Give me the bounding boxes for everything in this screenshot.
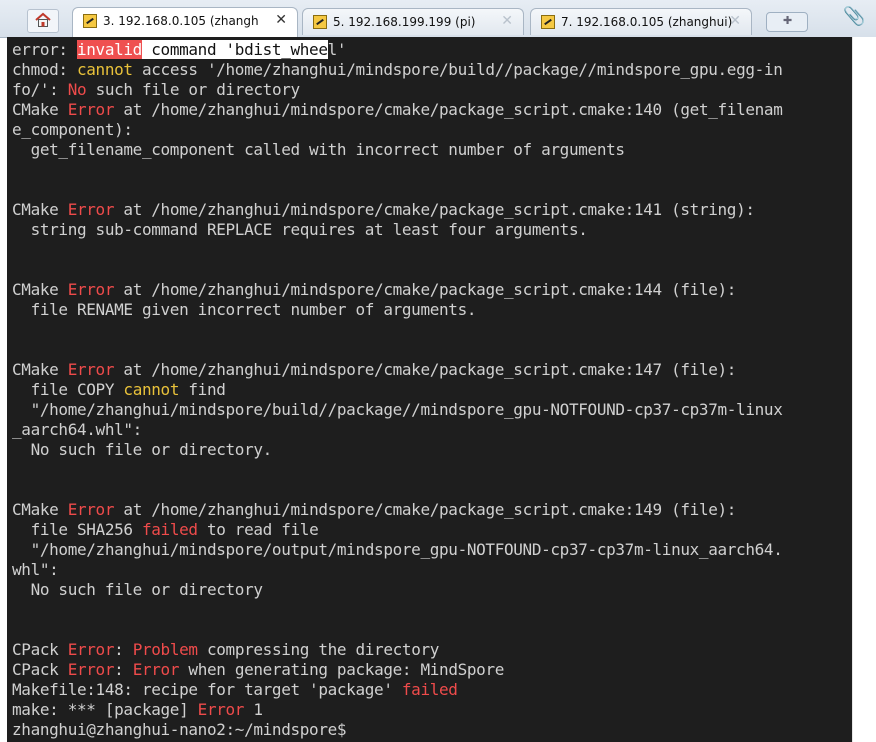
terminal-line: CMake Error at /home/zhanghui/mindspore/… — [12, 500, 737, 519]
plus-icon: ✚ — [783, 14, 793, 27]
tab-label: 5. 192.168.199.199 (pi) — [333, 15, 476, 29]
tab-bar: 3. 192.168.0.105 (zhanghui ✕ 5. 192.168.… — [0, 0, 876, 38]
terminal-line: make: *** [package] Error 1 — [12, 700, 263, 719]
tab-session-5[interactable]: 5. 192.168.199.199 (pi) ✕ — [302, 8, 524, 35]
terminal-line: No such file or directory. — [12, 440, 273, 459]
terminal-line: fo/': No such file or directory — [12, 80, 300, 99]
tab-label: 7. 192.168.0.105 (zhanghui) — [561, 15, 733, 29]
terminal-line: CPack Error: Problem compressing the dir… — [12, 640, 440, 659]
terminal-line: string sub-command REPLACE requires at l… — [12, 220, 588, 239]
terminal-line: file SHA256 failed to read file — [12, 520, 319, 539]
attachment-icon[interactable]: 📎 — [843, 6, 865, 27]
home-icon — [35, 12, 51, 27]
terminal-line: e_component): — [12, 120, 133, 139]
session-key-icon — [541, 15, 555, 29]
session-key-icon — [313, 15, 327, 29]
scrollbar[interactable] — [852, 37, 876, 742]
tab-label: 3. 192.168.0.105 (zhanghui — [103, 14, 259, 28]
terminal-line: error: invalid command 'bdist_wheel' — [12, 40, 347, 59]
close-icon[interactable]: ✕ — [501, 13, 513, 29]
close-icon[interactable]: ✕ — [275, 12, 287, 28]
terminal-line: CMake Error at /home/zhanghui/mindspore/… — [12, 280, 737, 299]
terminal-line: whl": — [12, 560, 59, 579]
terminal-line: CMake Error at /home/zhanghui/mindspore/… — [12, 100, 783, 119]
terminal-line: chmod: cannot access '/home/zhanghui/min… — [12, 60, 783, 79]
terminal-line: file RENAME given incorrect number of ar… — [12, 300, 477, 319]
new-tab-button[interactable]: ✚ — [766, 12, 808, 32]
terminal-output[interactable]: error: invalid command 'bdist_wheel' chm… — [7, 37, 852, 742]
terminal-line: get_filename_component called with incor… — [12, 140, 625, 159]
terminal-line: CMake Error at /home/zhanghui/mindspore/… — [12, 360, 737, 379]
close-icon[interactable]: ✕ — [729, 13, 741, 29]
terminal-line: _aarch64.whl": — [12, 420, 142, 439]
tab-session-3[interactable]: 3. 192.168.0.105 (zhanghui ✕ — [72, 7, 298, 37]
tab-session-7[interactable]: 7. 192.168.0.105 (zhanghui) ✕ — [530, 8, 752, 35]
terminal-line: "/home/zhanghui/mindspore/output/mindspo… — [12, 540, 783, 559]
terminal-line: CMake Error at /home/zhanghui/mindspore/… — [12, 200, 755, 219]
terminal-line: file COPY cannot find — [12, 380, 226, 399]
shell-prompt[interactable]: zhanghui@zhanghui-nano2:~/mindspore$ — [12, 720, 347, 740]
terminal-line: Makefile:148: recipe for target 'package… — [12, 680, 458, 699]
home-button[interactable] — [27, 9, 59, 33]
terminal-line: CPack Error: Error when generating packa… — [12, 660, 505, 679]
terminal-line: No such file or directory — [12, 580, 263, 599]
session-key-icon — [83, 14, 97, 28]
terminal-line: "/home/zhanghui/mindspore/build//package… — [12, 400, 783, 419]
